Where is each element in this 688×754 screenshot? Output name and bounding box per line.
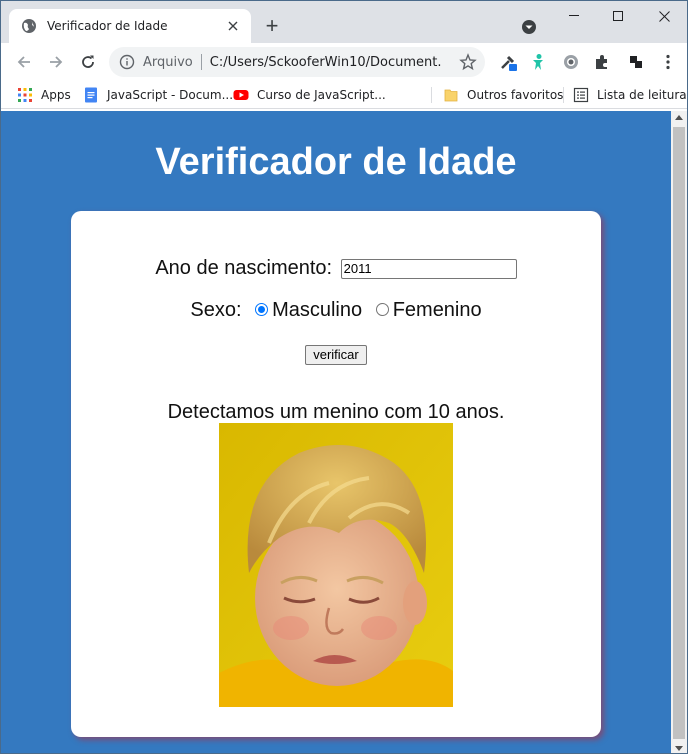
browser-toolbar: Arquivo C:/Users/SckooferWin10/Document.… <box>1 43 687 81</box>
reading-list-icon <box>573 87 589 103</box>
bookmark-label: Outros favoritos <box>467 88 564 102</box>
globe-icon <box>22 19 36 33</box>
radio-masculino-label[interactable]: Masculino <box>272 299 362 321</box>
youtube-icon <box>233 90 249 100</box>
maximize-button[interactable] <box>595 5 641 27</box>
extension-eyedropper-icon[interactable] <box>499 53 517 71</box>
sex-label: Sexo: <box>190 299 242 321</box>
extension-figure-icon[interactable] <box>529 53 547 71</box>
bookmark-apps[interactable]: Apps <box>17 85 71 105</box>
crying-boy-photo <box>219 423 453 707</box>
back-arrow-icon[interactable] <box>13 51 35 73</box>
info-icon[interactable] <box>119 54 135 70</box>
bookmark-label: Lista de leitura <box>597 88 687 102</box>
radio-femenino[interactable] <box>375 303 389 317</box>
verify-button[interactable]: verificar <box>305 345 367 365</box>
menu-kebab-icon[interactable] <box>659 53 677 71</box>
tab-title: Verificador de Idade <box>47 19 168 33</box>
radio-femenino-label[interactable]: Femenino <box>393 299 482 321</box>
bookmark-star-icon[interactable] <box>459 53 477 71</box>
result-text: Detectamos um menino com 10 anos. <box>167 401 505 423</box>
bookmarks-divider <box>563 87 564 103</box>
form-card: Ano de nascimento: Sexo: Masculino Femen… <box>71 211 601 737</box>
browser-window: Verificador de Idade + Arquivo C:/Users/… <box>0 0 688 754</box>
bookmark-outros-favoritos[interactable]: Outros favoritos <box>443 85 563 105</box>
bookmark-javascript-docs[interactable]: JavaScript - Docum... <box>83 85 233 105</box>
bookmark-lista-leitura[interactable]: Lista de leitura <box>573 85 687 105</box>
scroll-thumb[interactable] <box>673 127 685 739</box>
bookmarks-divider <box>431 87 432 103</box>
bookmark-label: Curso de JavaScript... <box>257 88 386 102</box>
scroll-down-arrow-icon[interactable] <box>675 746 683 751</box>
reload-icon[interactable] <box>77 51 99 73</box>
bookmarks-bar: Apps JavaScript - Docum... Curso de Java… <box>1 81 687 109</box>
docs-icon <box>85 87 97 103</box>
omnibox-divider <box>200 54 202 70</box>
url-scheme-label: Arquivo <box>143 54 193 70</box>
birth-year-label: Ano de nascimento: <box>155 257 333 279</box>
sex-row: Sexo: Masculino Femenino <box>71 299 601 322</box>
extension-squares-icon[interactable] <box>627 53 645 71</box>
close-window-button[interactable] <box>641 5 687 27</box>
new-tab-button[interactable]: + <box>261 15 283 37</box>
tab-search-icon[interactable] <box>521 19 537 35</box>
extensions-puzzle-icon[interactable] <box>593 53 611 71</box>
vertical-scrollbar[interactable] <box>671 111 687 753</box>
birth-year-row: Ano de nascimento: <box>71 257 601 280</box>
button-row: verificar <box>71 345 601 365</box>
scroll-up-arrow-icon[interactable] <box>675 115 683 120</box>
forward-arrow-icon[interactable] <box>45 51 67 73</box>
tab-strip: Verificador de Idade + <box>1 1 687 43</box>
url-text[interactable]: C:/Users/SckooferWin10/Document... <box>210 55 442 70</box>
bookmark-label: Apps <box>41 88 71 102</box>
page-title: Verificador de Idade <box>155 141 517 183</box>
tab-active[interactable]: Verificador de Idade <box>9 9 251 43</box>
extension-gear-icon[interactable] <box>562 53 580 71</box>
radio-masculino[interactable] <box>255 303 269 317</box>
tab-close-icon[interactable] <box>223 16 243 36</box>
bookmark-curso-javascript[interactable]: Curso de JavaScript... <box>233 85 386 105</box>
bookmark-label: JavaScript - Docum... <box>107 88 234 102</box>
page-viewport: Verificador de Idade Ano de nascimento: … <box>1 111 671 753</box>
apps-grid-icon <box>18 88 32 102</box>
address-bar[interactable]: Arquivo C:/Users/SckooferWin10/Document.… <box>109 47 485 77</box>
folder-icon <box>444 89 458 102</box>
minimize-button[interactable] <box>551 5 597 27</box>
birth-year-input[interactable] <box>340 258 517 279</box>
